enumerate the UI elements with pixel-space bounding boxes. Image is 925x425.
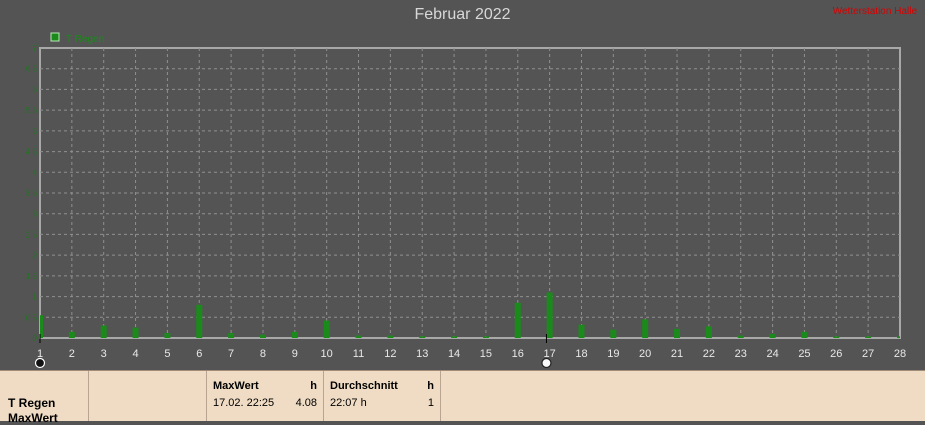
y-axis-labels: 0 0.5 1 1.5 2 2.5 3 3.5 4 4.5 5 5.5 6 6.5 7 (26, 44, 38, 343)
x-tick-label: 13 (416, 348, 428, 360)
rain-chart: 0 0.5 1 1.5 2 2.5 3 3.5 4 4.5 5 5.5 6 6.5 7 12 3 4 5 6 7 8 9 1… (26, 32, 906, 369)
x-tick-label: 18 (575, 348, 587, 360)
x-tick-label: 9 (292, 348, 298, 360)
durchschnitt-value: 1 (427, 397, 434, 409)
x-tick-label: 8 (260, 348, 266, 360)
maxwert-time: 17.02. 22:25 (213, 397, 275, 409)
bar (259, 334, 266, 338)
x-tick-label: 4 (132, 348, 138, 360)
bar (196, 304, 203, 338)
x-tick-label: 25 (798, 348, 810, 360)
bar (164, 333, 171, 338)
bar (801, 331, 808, 338)
bar (100, 325, 107, 338)
bar (546, 292, 553, 338)
x-tick-label: 3 (101, 348, 107, 360)
x-tick-label: 16 (512, 348, 524, 360)
durchschnitt-header: Durchschnitt (330, 380, 398, 392)
x-tick-label: 10 (321, 348, 333, 360)
bar (833, 336, 840, 338)
maxwert-cell: MaxWert h 17.02. 22:25 4.08 (207, 371, 324, 421)
row-label: T Regen (8, 396, 56, 410)
bar (514, 302, 521, 338)
full-moon-icon (541, 357, 552, 369)
y-tick-label: 1 (33, 293, 38, 302)
legend-swatch (50, 32, 60, 42)
bar (323, 320, 330, 338)
x-axis-labels: 1 2 3 4 5 6 7 8 9 10 11 12 13 14 15 16 17 18 19 20 21 22 23 24 2… (37, 348, 906, 360)
x-tick-label: 22 (703, 348, 715, 360)
bar (705, 326, 712, 338)
y-tick-label: 7 (33, 44, 38, 53)
x-tick-label: 2 (69, 348, 75, 360)
y-tick-label: 2.5 (26, 230, 38, 239)
bar (387, 335, 394, 338)
x-tick-label: 24 (766, 348, 778, 360)
x-tick-label: 6 (196, 348, 202, 360)
summary-table: T Regen MaxWert MaxWert h 17.02. 22:25 4… (0, 370, 925, 425)
x-tick-label: 23 (735, 348, 747, 360)
bar (897, 336, 900, 338)
y-tick-label: 6.5 (26, 65, 38, 74)
x-tick-label: 15 (480, 348, 492, 360)
bar (642, 319, 649, 338)
bar (132, 327, 139, 338)
x-tick-label: 14 (448, 348, 460, 360)
x-tick-label: 28 (894, 348, 906, 360)
y-tick-label: 2 (33, 251, 38, 260)
maxwert-unit: h (310, 380, 317, 392)
bar (769, 333, 776, 338)
x-tick-label: 21 (671, 348, 683, 360)
y-tick-label: 0 (33, 334, 38, 343)
bar (419, 336, 426, 338)
durchschnitt-time: 22:07 h (330, 397, 367, 409)
y-tick-label: 5.5 (26, 106, 38, 115)
x-tick-label: 5 (164, 348, 170, 360)
durchschnitt-unit: h (427, 380, 434, 392)
bar (451, 336, 458, 338)
bar (737, 335, 744, 338)
x-tick-label: 11 (353, 348, 364, 360)
row-label-2: MaxWert (8, 411, 58, 425)
x-tick-label: 12 (384, 348, 396, 360)
y-tick-label: 1.5 (26, 272, 38, 281)
durchschnitt-cell: Durchschnitt h 22:07 h 1 (324, 371, 441, 421)
y-tick-label: 3.5 (26, 189, 38, 198)
maxwert-value: 4.08 (295, 397, 317, 409)
x-tick-label: 7 (228, 348, 234, 360)
empty-cell (89, 371, 207, 421)
bar (674, 328, 681, 338)
x-tick-label: 26 (830, 348, 842, 360)
chart-window: Februar 2022 Wetterstation Halle 0 0.5 1 1.… (0, 0, 925, 425)
x-tick-label: 20 (639, 348, 651, 360)
maxwert-header: MaxWert (213, 380, 259, 392)
row-label-cell: T Regen MaxWert (0, 371, 89, 425)
y-tick-label: 5 (33, 127, 38, 136)
legend: T Regen (50, 32, 104, 45)
bar (865, 336, 872, 338)
y-tick-label: 3 (33, 210, 38, 219)
y-tick-label: 4.5 (26, 148, 38, 157)
bar (482, 336, 489, 338)
x-tick-label: 27 (862, 348, 874, 360)
x-tick-label: 19 (607, 348, 619, 360)
y-tick-label: 4 (33, 168, 38, 177)
bar (68, 331, 75, 338)
bar (291, 331, 298, 338)
bar (578, 324, 585, 338)
bar (355, 335, 362, 338)
y-tick-label: 0.5 (26, 313, 38, 322)
new-moon-icon (34, 357, 46, 369)
bar (228, 333, 235, 338)
bar (610, 329, 617, 338)
y-tick-label: 6 (33, 85, 38, 94)
legend-label: T Regen (66, 34, 104, 45)
